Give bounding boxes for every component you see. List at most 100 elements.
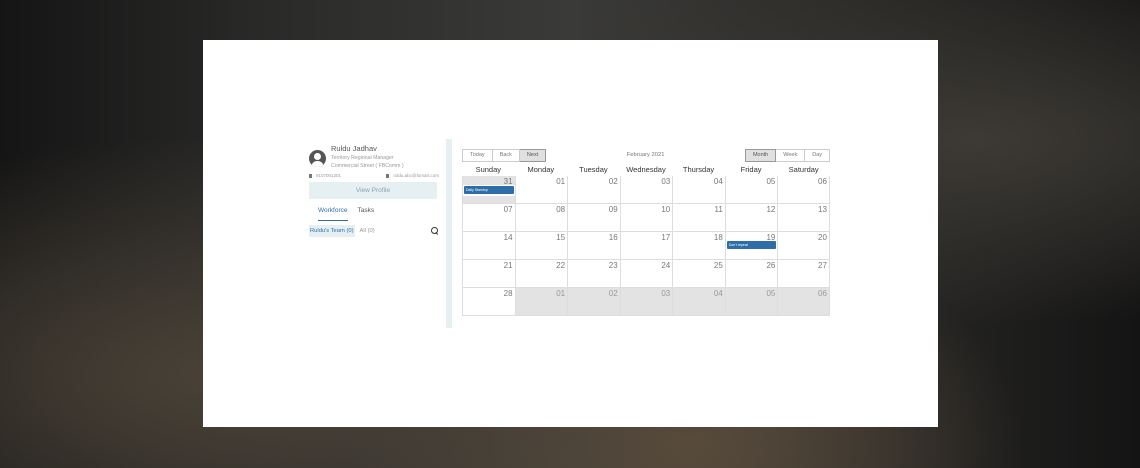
day-number: 03 bbox=[661, 289, 671, 298]
week-row: 21 22 23 24 25 26 27 bbox=[462, 260, 830, 288]
day-number: 12 bbox=[766, 205, 776, 214]
month-view-button[interactable]: Month bbox=[744, 148, 777, 162]
weekday-friday: Friday bbox=[740, 165, 762, 174]
email-address: ruldu.abc@fumart.com bbox=[393, 173, 439, 178]
user-location: Commercial Street ( FBComm ) bbox=[331, 163, 404, 169]
day-number: 01 bbox=[556, 289, 566, 298]
day-cell[interactable]: 05 bbox=[724, 176, 778, 203]
day-cell[interactable]: 04 bbox=[672, 176, 725, 203]
user-panel: Ruldu Jadhav Territory Regional Manager … bbox=[309, 144, 439, 237]
day-cell[interactable]: 02 bbox=[567, 176, 620, 203]
day-cell[interactable]: 08 bbox=[514, 204, 568, 231]
day-cell[interactable]: 07 bbox=[462, 204, 515, 231]
week-row: 31 Daily Standup 01 02 03 04 05 06 bbox=[462, 176, 830, 204]
day-number: 21 bbox=[503, 261, 513, 270]
day-cell[interactable]: 01 bbox=[514, 176, 568, 203]
day-cell[interactable]: 22 bbox=[514, 260, 568, 287]
view-profile-button[interactable]: View Profile bbox=[309, 182, 437, 199]
week-row: 07 08 09 10 11 12 13 bbox=[462, 204, 830, 232]
day-cell[interactable]: 23 bbox=[567, 260, 620, 287]
day-number: 04 bbox=[713, 289, 723, 298]
day-number: 18 bbox=[713, 233, 723, 242]
day-number: 01 bbox=[556, 177, 566, 186]
avatar-icon bbox=[309, 150, 326, 167]
weekday-thursday: Thursday bbox=[682, 165, 715, 174]
weekday-sunday: Sunday bbox=[475, 165, 501, 174]
day-number: 22 bbox=[556, 261, 566, 270]
tab-workforce[interactable]: Workforce bbox=[318, 207, 348, 221]
calendar-toolbar: Today Back Next February 2021 Month Week… bbox=[462, 148, 830, 162]
weekday-monday: Monday bbox=[527, 165, 555, 174]
day-cell[interactable]: 28 bbox=[462, 288, 515, 315]
week-row: 28 01 02 03 04 05 06 bbox=[462, 288, 830, 316]
profile-info: Ruldu Jadhav Territory Regional Manager … bbox=[331, 144, 404, 170]
email-icon bbox=[386, 173, 390, 178]
day-cell[interactable]: 05 bbox=[724, 288, 778, 315]
week-view-button[interactable]: Week bbox=[776, 148, 806, 162]
day-number: 02 bbox=[608, 177, 618, 186]
day-cell[interactable]: 09 bbox=[567, 204, 620, 231]
filter-all[interactable]: All (0) bbox=[360, 228, 375, 234]
day-number: 31 bbox=[503, 177, 513, 186]
day-cell[interactable]: 20 bbox=[777, 232, 830, 259]
day-cell[interactable]: 06 bbox=[777, 176, 830, 203]
next-button[interactable]: Next bbox=[519, 148, 547, 162]
day-number: 06 bbox=[818, 177, 827, 186]
modal: Ruldu Jadhav Territory Regional Manager … bbox=[203, 40, 938, 427]
day-cell[interactable]: 11 bbox=[672, 204, 725, 231]
filter-team[interactable]: Ruldu's Team (0) bbox=[309, 225, 355, 237]
user-role: Territory Regional Manager bbox=[331, 155, 394, 161]
day-cell[interactable]: 13 bbox=[777, 204, 830, 231]
phone-number: 9107001201 bbox=[316, 173, 342, 178]
calendar: Today Back Next February 2021 Month Week… bbox=[462, 148, 830, 316]
day-cell[interactable]: 17 bbox=[619, 232, 673, 259]
day-cell[interactable]: 01 bbox=[514, 288, 568, 315]
day-number: 25 bbox=[713, 261, 723, 270]
day-number: 15 bbox=[556, 233, 566, 242]
day-cell[interactable]: 04 bbox=[672, 288, 725, 315]
day-cell[interactable]: 31 Daily Standup bbox=[462, 176, 515, 203]
day-number: 11 bbox=[714, 205, 723, 214]
day-number: 02 bbox=[608, 289, 618, 298]
day-number: 17 bbox=[661, 233, 671, 242]
day-cell[interactable]: 18 bbox=[672, 232, 725, 259]
day-cell[interactable]: 25 bbox=[672, 260, 725, 287]
event-dont-repeat[interactable]: Don't repeat bbox=[726, 241, 777, 249]
day-number: 04 bbox=[713, 177, 723, 186]
weekday-saturday: Saturday bbox=[788, 165, 819, 174]
day-cell[interactable]: 19 Don't repeat bbox=[724, 232, 778, 259]
month-grid: Sunday Monday Tuesday Wednesday Thursday… bbox=[462, 163, 830, 316]
day-view-button[interactable]: Day bbox=[805, 148, 830, 162]
day-cell[interactable]: 10 bbox=[619, 204, 673, 231]
panel-divider bbox=[446, 139, 452, 328]
day-cell[interactable]: 06 bbox=[777, 288, 830, 315]
day-cell[interactable]: 21 bbox=[462, 260, 515, 287]
day-cell[interactable]: 26 bbox=[724, 260, 778, 287]
day-number: 14 bbox=[503, 233, 513, 242]
day-cell[interactable]: 27 bbox=[777, 260, 830, 287]
day-cell[interactable]: 14 bbox=[462, 232, 515, 259]
day-number: 28 bbox=[503, 289, 513, 298]
back-button[interactable]: Back bbox=[492, 148, 520, 162]
day-number: 07 bbox=[503, 205, 513, 214]
day-cell[interactable]: 03 bbox=[619, 176, 673, 203]
user-name: Ruldu Jadhav bbox=[331, 144, 377, 153]
day-cell[interactable]: 15 bbox=[514, 232, 568, 259]
day-number: 26 bbox=[766, 261, 776, 270]
day-number: 10 bbox=[661, 205, 671, 214]
event-daily-standup[interactable]: Daily Standup bbox=[464, 186, 514, 194]
day-cell[interactable]: 02 bbox=[567, 288, 620, 315]
day-number: 05 bbox=[766, 289, 776, 298]
profile-header: Ruldu Jadhav Territory Regional Manager … bbox=[309, 144, 439, 170]
day-cell[interactable]: 12 bbox=[724, 204, 778, 231]
day-cell[interactable]: 24 bbox=[619, 260, 673, 287]
week-row: 14 15 16 17 18 19 Don't repeat 20 bbox=[462, 232, 830, 260]
phone: 9107001201 bbox=[309, 173, 341, 178]
search-icon[interactable] bbox=[431, 227, 439, 235]
tab-tasks[interactable]: Tasks bbox=[358, 207, 375, 221]
day-cell[interactable]: 16 bbox=[567, 232, 620, 259]
today-button[interactable]: Today bbox=[462, 148, 493, 162]
day-cell[interactable]: 03 bbox=[619, 288, 673, 315]
day-number: 03 bbox=[661, 177, 671, 186]
panel-tabs: Workforce Tasks bbox=[309, 207, 439, 221]
